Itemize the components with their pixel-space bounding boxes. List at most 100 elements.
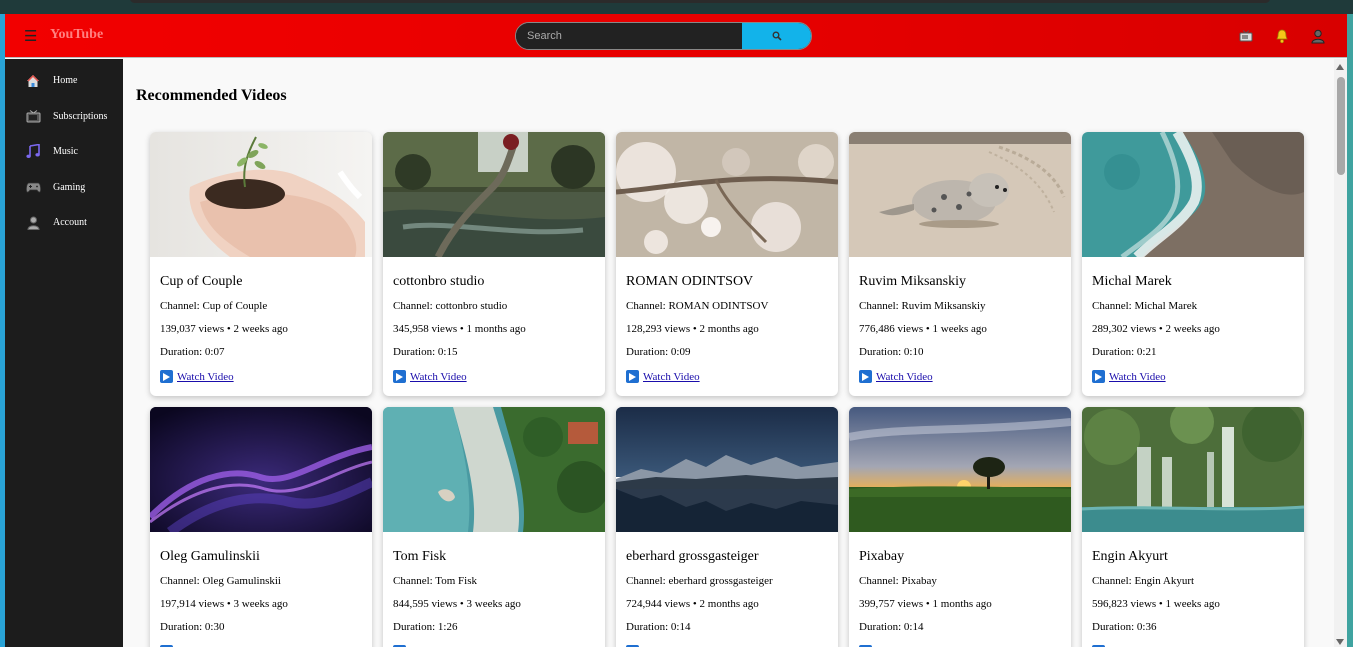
tv-icon[interactable] [1237, 27, 1255, 45]
video-card[interactable]: Ruvim Miksanskiy Channel: Ruvim Miksanski… [849, 132, 1071, 396]
video-card-body: eberhard grossgasteiger Channel: eberhard… [616, 549, 838, 647]
video-thumbnail[interactable] [1082, 407, 1304, 532]
video-thumbnail[interactable] [150, 407, 372, 532]
video-card[interactable]: Cup of Couple Channel: Cup of Couple 139,0… [150, 132, 372, 396]
video-thumbnail[interactable] [616, 407, 838, 532]
video-stats: 197,914 views • 3 weeks ago [160, 598, 288, 610]
video-thumbnail[interactable] [616, 132, 838, 257]
video-channel: Channel: Engin Akyurt [1092, 575, 1195, 587]
video-title: Engin Akyurt [1092, 549, 1168, 564]
video-title: Ruvim Miksanskiy [859, 274, 966, 289]
video-card[interactable]: eberhard grossgasteiger Channel: eberhard… [616, 407, 838, 647]
sidebar-item-label: Subscriptions [53, 110, 108, 122]
video-duration: Duration: 0:36 [1092, 621, 1157, 633]
video-stats: 596,823 views • 1 weeks ago [1092, 598, 1220, 610]
user-icon [25, 215, 41, 231]
video-card-body: Engin Akyurt Channel: Engin Akyurt 596,823… [1082, 549, 1304, 647]
video-duration: Duration: 0:10 [859, 346, 924, 358]
video-title: eberhard grossgasteiger [626, 549, 759, 564]
video-stats: 399,757 views • 1 months ago [859, 598, 992, 610]
user-icon[interactable] [1309, 27, 1327, 45]
video-card-body: Ruvim Miksanskiy Channel: Ruvim Miksanski… [849, 274, 1071, 383]
video-card[interactable]: Pixabay Channel: Pixabay 399,757 views • 1… [849, 407, 1071, 647]
video-card[interactable]: Michal Marek Channel: Michal Marek 289,302… [1082, 132, 1304, 396]
bell-icon[interactable] [1273, 27, 1291, 45]
video-card-body: cottonbro studio Channel: cottonbro studi… [383, 274, 605, 383]
watch-video-link[interactable]: Watch Video [643, 371, 700, 383]
video-channel: Channel: ROMAN ODINTSOV [626, 300, 769, 312]
sidebar-item-label: Gaming [53, 181, 86, 193]
main-content: Recommended Videos Cup of Couple Channel:… [123, 59, 1334, 647]
search-input[interactable] [516, 23, 743, 49]
scroll-down-arrow-icon[interactable] [1336, 639, 1344, 645]
video-card[interactable]: Tom Fisk Channel: Tom Fisk 844,595 views •… [383, 407, 605, 647]
video-card[interactable]: cottonbro studio Channel: cottonbro studi… [383, 132, 605, 396]
video-thumbnail[interactable] [383, 407, 605, 532]
scroll-up-arrow-icon[interactable] [1336, 64, 1344, 70]
play-icon[interactable] [626, 370, 639, 383]
search-icon [772, 31, 782, 41]
sidebar-item-label: Account [53, 217, 87, 229]
watch-video-link[interactable]: Watch Video [1109, 371, 1166, 383]
tv-icon [25, 108, 41, 124]
sidebar-item-account[interactable]: Account [5, 205, 123, 241]
video-stats: 139,037 views • 2 weeks ago [160, 323, 288, 335]
sidebar-item-label: Home [53, 75, 78, 87]
video-channel: Channel: Michal Marek [1092, 300, 1198, 312]
scroll-thumb[interactable] [1337, 77, 1345, 175]
video-duration: Duration: 1:26 [393, 621, 458, 633]
sidebar-item-gaming[interactable]: Gaming [5, 170, 123, 206]
music-note-icon [25, 144, 41, 160]
video-card[interactable]: Engin Akyurt Channel: Engin Akyurt 596,823… [1082, 407, 1304, 647]
video-card[interactable]: Oleg Gamulinskii Channel: Oleg Gamulinski… [150, 407, 372, 647]
sidebar-item-music[interactable]: Music [5, 134, 123, 170]
vertical-scrollbar[interactable] [1334, 59, 1347, 647]
video-card-body: Pixabay Channel: Pixabay 399,757 views • 1… [849, 549, 1071, 647]
video-stats: 844,595 views • 3 weeks ago [393, 598, 521, 610]
play-icon[interactable] [160, 370, 173, 383]
video-thumbnail[interactable] [849, 407, 1071, 532]
watch-video-row: Watch Video [393, 370, 595, 383]
video-duration: Duration: 0:21 [1092, 346, 1157, 358]
video-card[interactable]: ROMAN ODINTSOV Channel: ROMAN ODINTSOV 128… [616, 132, 838, 396]
video-duration: Duration: 0:07 [160, 346, 225, 358]
video-channel: Channel: Cup of Couple [160, 300, 268, 312]
video-channel: Channel: Ruvim Miksanskiy [859, 300, 986, 312]
play-icon[interactable] [859, 370, 872, 383]
watch-video-link[interactable]: Watch Video [410, 371, 467, 383]
video-stats: 345,958 views • 1 months ago [393, 323, 526, 335]
watch-video-row: Watch Video [859, 370, 1061, 383]
video-title: ROMAN ODINTSOV [626, 274, 754, 289]
watch-video-row: Watch Video [626, 370, 828, 383]
video-duration: Duration: 0:30 [160, 621, 225, 633]
video-stats: 128,293 views • 2 months ago [626, 323, 759, 335]
home-icon [25, 73, 41, 89]
watch-video-link[interactable]: Watch Video [177, 371, 234, 383]
window-right-border [1347, 14, 1353, 647]
video-title: Cup of Couple [160, 274, 243, 289]
video-stats: 289,302 views • 2 weeks ago [1092, 323, 1220, 335]
video-card-body: ROMAN ODINTSOV Channel: ROMAN ODINTSOV 128… [616, 274, 838, 383]
video-thumbnail[interactable] [849, 132, 1071, 257]
video-title: Tom Fisk [393, 549, 447, 564]
app-logo[interactable]: YouTube [50, 27, 103, 43]
video-duration: Duration: 0:15 [393, 346, 458, 358]
video-stats: 776,486 views • 1 weeks ago [859, 323, 987, 335]
video-thumbnail[interactable] [383, 132, 605, 257]
video-card-body: Michal Marek Channel: Michal Marek 289,302… [1082, 274, 1304, 383]
play-icon[interactable] [1092, 370, 1105, 383]
sidebar-item-subscriptions[interactable]: Subscriptions [5, 99, 123, 135]
hamburger-menu-icon[interactable]: ☰ [24, 27, 37, 45]
sidebar-item-home[interactable]: Home [5, 63, 123, 99]
watch-video-row: Watch Video [1092, 370, 1294, 383]
video-thumbnail[interactable] [1082, 132, 1304, 257]
video-card-body: Oleg Gamulinskii Channel: Oleg Gamulinski… [150, 549, 372, 647]
search-button[interactable] [742, 23, 811, 49]
browser-address-pill [130, 0, 1270, 3]
play-icon[interactable] [393, 370, 406, 383]
video-card-body: Cup of Couple Channel: Cup of Couple 139,0… [150, 274, 372, 383]
watch-video-link[interactable]: Watch Video [876, 371, 933, 383]
video-channel: Channel: Oleg Gamulinskii [160, 575, 281, 587]
top-header: ☰ YouTube [5, 14, 1347, 58]
video-thumbnail[interactable] [150, 132, 372, 257]
